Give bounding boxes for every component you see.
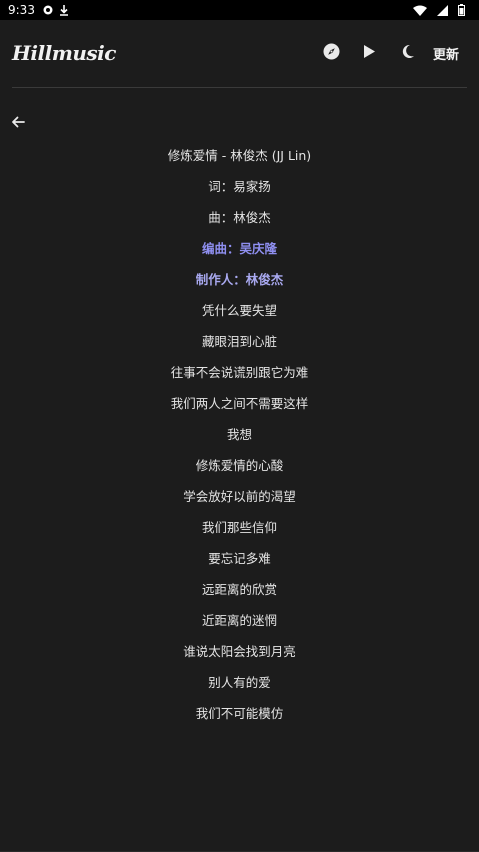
explore-button[interactable] (313, 34, 351, 72)
update-button[interactable]: 更新 (433, 44, 459, 63)
lyric-line: 我们不可能模仿 (195, 706, 284, 721)
lyric-line: 远距离的欣赏 (201, 582, 277, 597)
status-time: 9:33 (8, 3, 35, 17)
play-icon (363, 44, 376, 63)
theme-toggle-button[interactable] (389, 34, 427, 72)
lyric-line: 我们两人之间不需要这样 (170, 396, 309, 411)
shield-notification-icon (43, 5, 53, 15)
lyrics-list: 修炼爱情 - 林俊杰 (JJ Lin) 词：易家扬 曲：林俊杰 编曲：吴庆隆 制… (0, 140, 479, 729)
lyric-line: 曲：林俊杰 (208, 210, 271, 225)
header-divider (12, 87, 467, 88)
lyric-line: 别人有的爱 (208, 675, 271, 690)
lyric-line: 我想 (226, 427, 252, 442)
download-icon (59, 4, 69, 16)
lyric-line: 谁说太阳会找到月亮 (183, 644, 296, 659)
lyric-line-highlighted: 编曲：吴庆隆 (201, 241, 277, 256)
lyric-line: 往事不会说谎别跟它为难 (170, 365, 309, 380)
song-title: 修炼爱情 - 林俊杰 (JJ Lin) (167, 148, 312, 163)
header-actions: 更新 (313, 34, 467, 72)
lyric-line: 词：易家扬 (208, 179, 271, 194)
status-bar: 9:33 (0, 0, 479, 20)
moon-icon (401, 44, 415, 63)
lyric-line: 我们那些信仰 (201, 520, 277, 535)
lyric-line: 凭什么要失望 (201, 303, 277, 318)
app-logo: Hillmusic (12, 41, 116, 65)
arrow-left-icon (11, 113, 25, 132)
lyric-line: 修炼爱情的心酸 (195, 458, 284, 473)
compass-icon (323, 43, 340, 64)
play-button[interactable] (351, 34, 389, 72)
lyric-line: 近距离的迷惘 (201, 613, 277, 628)
lyric-line: 要忘记多难 (208, 551, 271, 566)
lyric-line: 学会放好以前的渴望 (183, 489, 296, 504)
signal-icon (437, 4, 448, 16)
app-header: Hillmusic 更新 (0, 20, 479, 86)
back-button[interactable] (7, 111, 29, 133)
wifi-icon (413, 5, 427, 16)
lyric-line-highlighted: 制作人：林俊杰 (195, 272, 284, 287)
battery-icon (458, 4, 465, 16)
lyric-line: 藏眼泪到心脏 (201, 334, 277, 349)
